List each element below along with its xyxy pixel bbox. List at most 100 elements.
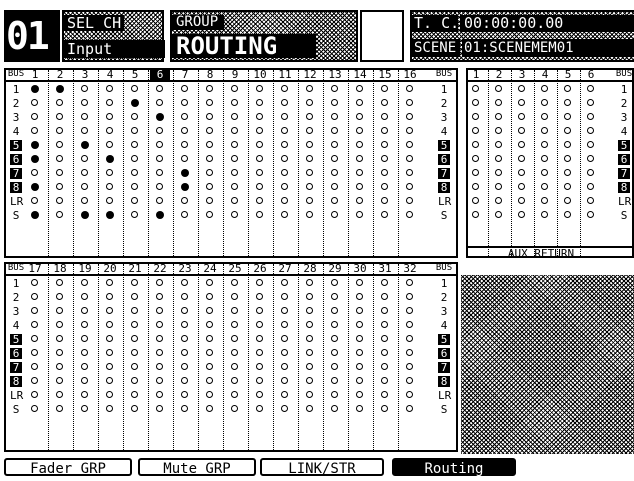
routing-off-dot[interactable]: [406, 141, 413, 148]
routing-off-dot[interactable]: [181, 405, 188, 412]
routing-off-dot[interactable]: [406, 335, 413, 342]
routing-off-dot[interactable]: [541, 211, 548, 218]
routing-off-dot[interactable]: [206, 197, 213, 204]
routing-off-dot[interactable]: [56, 405, 63, 412]
routing-off-dot[interactable]: [231, 321, 238, 328]
routing-off-dot[interactable]: [31, 169, 38, 176]
routing-off-dot[interactable]: [331, 155, 338, 162]
routing-off-dot[interactable]: [31, 321, 38, 328]
routing-off-dot[interactable]: [56, 127, 63, 134]
routing-off-dot[interactable]: [56, 183, 63, 190]
routing-off-dot[interactable]: [331, 127, 338, 134]
routing-off-dot[interactable]: [106, 99, 113, 106]
routing-off-dot[interactable]: [281, 127, 288, 134]
routing-off-dot[interactable]: [331, 99, 338, 106]
routing-off-dot[interactable]: [495, 141, 502, 148]
routing-off-dot[interactable]: [306, 211, 313, 218]
routing-off-dot[interactable]: [231, 85, 238, 92]
routing-off-dot[interactable]: [181, 391, 188, 398]
routing-off-dot[interactable]: [518, 155, 525, 162]
routing-off-dot[interactable]: [381, 127, 388, 134]
routing-off-dot[interactable]: [541, 127, 548, 134]
routing-off-dot[interactable]: [256, 307, 263, 314]
routing-off-dot[interactable]: [406, 169, 413, 176]
routing-off-dot[interactable]: [495, 127, 502, 134]
routing-off-dot[interactable]: [156, 183, 163, 190]
routing-off-dot[interactable]: [181, 307, 188, 314]
routing-off-dot[interactable]: [256, 377, 263, 384]
routing-off-dot[interactable]: [106, 85, 113, 92]
routing-off-dot[interactable]: [381, 349, 388, 356]
routing-off-dot[interactable]: [331, 85, 338, 92]
routing-off-dot[interactable]: [381, 335, 388, 342]
routing-off-dot[interactable]: [541, 197, 548, 204]
routing-off-dot[interactable]: [81, 349, 88, 356]
routing-off-dot[interactable]: [381, 197, 388, 204]
routing-off-dot[interactable]: [306, 321, 313, 328]
routing-off-dot[interactable]: [306, 307, 313, 314]
routing-off-dot[interactable]: [106, 293, 113, 300]
routing-on-dot[interactable]: [131, 99, 139, 107]
routing-off-dot[interactable]: [256, 211, 263, 218]
routing-off-dot[interactable]: [495, 197, 502, 204]
routing-off-dot[interactable]: [206, 363, 213, 370]
routing-off-dot[interactable]: [356, 405, 363, 412]
routing-off-dot[interactable]: [306, 335, 313, 342]
routing-off-dot[interactable]: [256, 99, 263, 106]
routing-off-dot[interactable]: [587, 113, 594, 120]
routing-off-dot[interactable]: [206, 335, 213, 342]
routing-off-dot[interactable]: [81, 405, 88, 412]
routing-off-dot[interactable]: [156, 363, 163, 370]
routing-off-dot[interactable]: [31, 113, 38, 120]
routing-off-dot[interactable]: [381, 377, 388, 384]
routing-off-dot[interactable]: [81, 391, 88, 398]
routing-on-dot[interactable]: [81, 211, 89, 219]
routing-off-dot[interactable]: [181, 113, 188, 120]
routing-off-dot[interactable]: [406, 279, 413, 286]
routing-off-dot[interactable]: [31, 335, 38, 342]
routing-off-dot[interactable]: [56, 141, 63, 148]
routing-off-dot[interactable]: [356, 391, 363, 398]
routing-off-dot[interactable]: [131, 113, 138, 120]
routing-off-dot[interactable]: [587, 183, 594, 190]
routing-off-dot[interactable]: [472, 183, 479, 190]
routing-off-dot[interactable]: [106, 405, 113, 412]
routing-off-dot[interactable]: [564, 183, 571, 190]
routing-off-dot[interactable]: [131, 377, 138, 384]
routing-off-dot[interactable]: [256, 405, 263, 412]
routing-off-dot[interactable]: [406, 293, 413, 300]
routing-off-dot[interactable]: [231, 155, 238, 162]
routing-off-dot[interactable]: [281, 307, 288, 314]
routing-off-dot[interactable]: [156, 293, 163, 300]
routing-off-dot[interactable]: [281, 377, 288, 384]
routing-off-dot[interactable]: [406, 321, 413, 328]
routing-off-dot[interactable]: [518, 85, 525, 92]
routing-off-dot[interactable]: [106, 363, 113, 370]
routing-on-dot[interactable]: [181, 169, 189, 177]
routing-off-dot[interactable]: [106, 141, 113, 148]
routing-off-dot[interactable]: [587, 141, 594, 148]
routing-off-dot[interactable]: [381, 113, 388, 120]
routing-off-dot[interactable]: [56, 169, 63, 176]
routing-off-dot[interactable]: [541, 169, 548, 176]
routing-off-dot[interactable]: [206, 169, 213, 176]
routing-off-dot[interactable]: [31, 197, 38, 204]
routing-off-dot[interactable]: [81, 169, 88, 176]
routing-off-dot[interactable]: [81, 363, 88, 370]
routing-off-dot[interactable]: [256, 293, 263, 300]
routing-off-dot[interactable]: [131, 155, 138, 162]
routing-off-dot[interactable]: [81, 127, 88, 134]
routing-off-dot[interactable]: [587, 127, 594, 134]
routing-off-dot[interactable]: [356, 169, 363, 176]
routing-off-dot[interactable]: [156, 99, 163, 106]
routing-off-dot[interactable]: [472, 141, 479, 148]
routing-off-dot[interactable]: [541, 155, 548, 162]
routing-off-dot[interactable]: [406, 211, 413, 218]
routing-off-dot[interactable]: [181, 141, 188, 148]
routing-off-dot[interactable]: [156, 85, 163, 92]
routing-off-dot[interactable]: [156, 307, 163, 314]
routing-off-dot[interactable]: [206, 377, 213, 384]
routing-off-dot[interactable]: [56, 293, 63, 300]
routing-off-dot[interactable]: [381, 293, 388, 300]
routing-off-dot[interactable]: [206, 127, 213, 134]
